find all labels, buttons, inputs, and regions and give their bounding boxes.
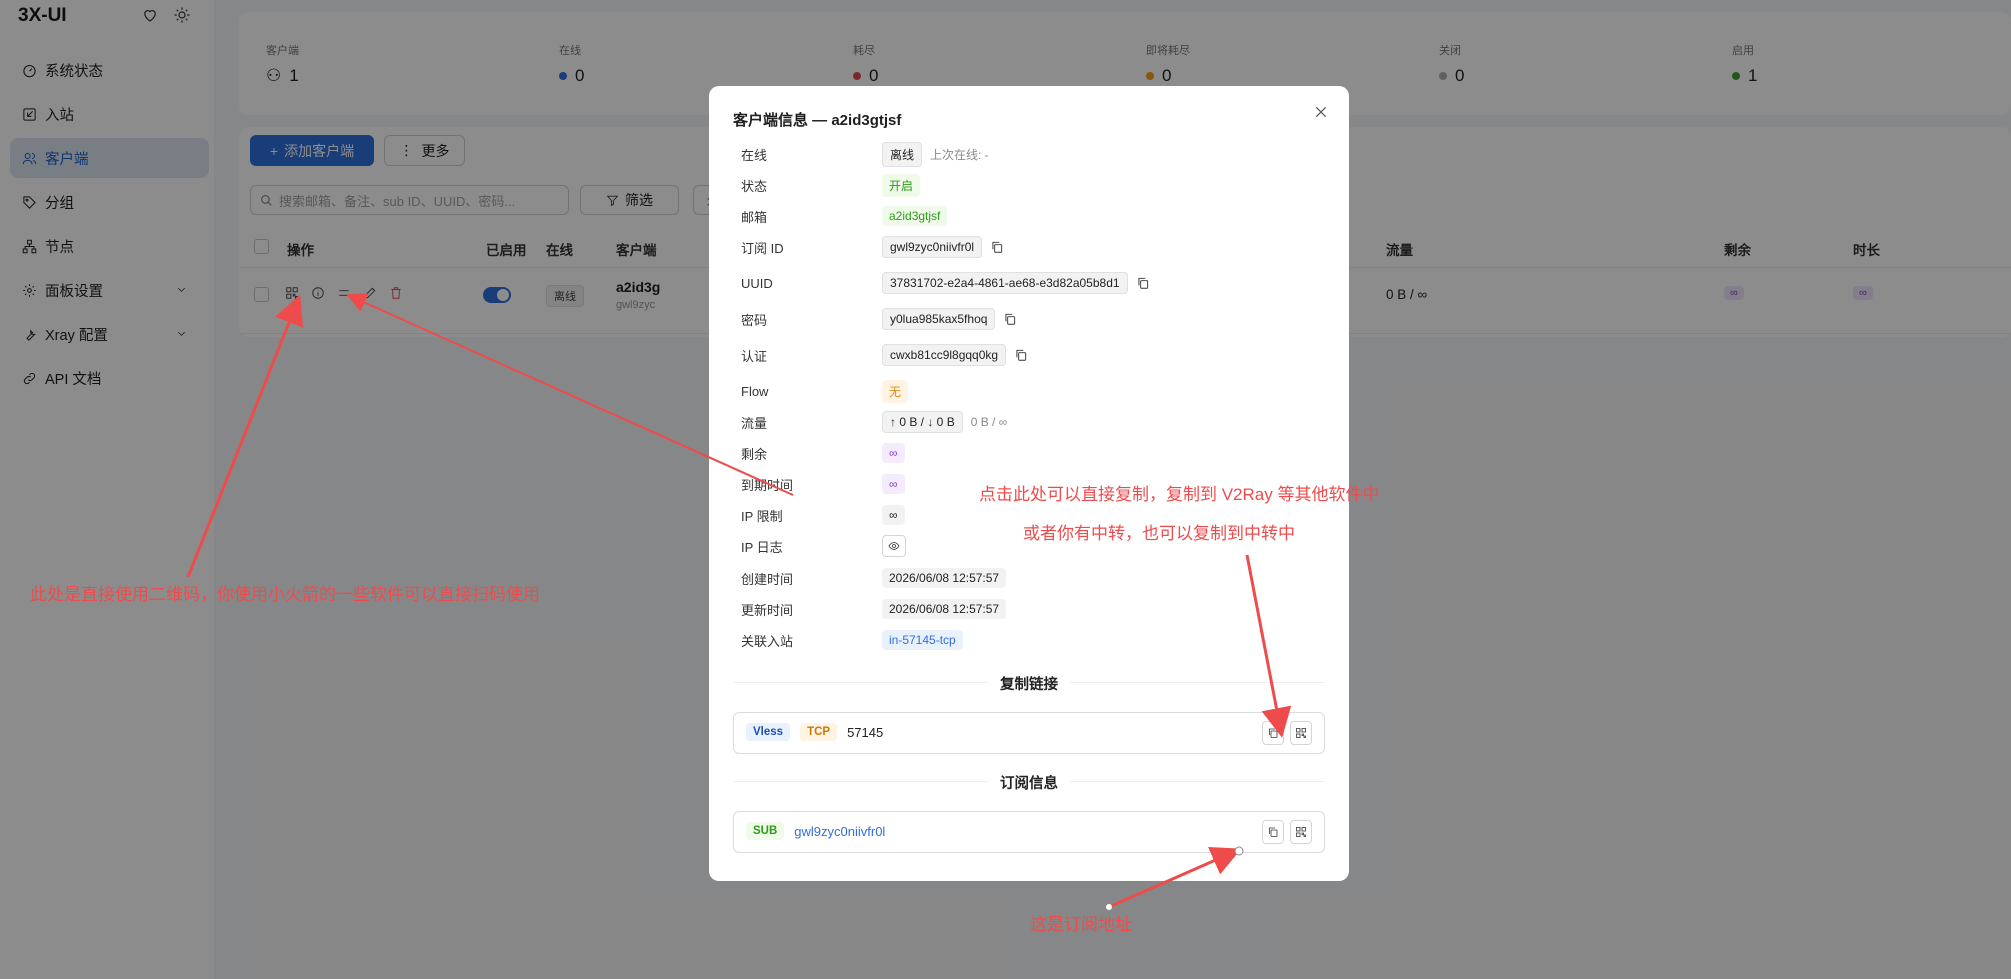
copy-icon[interactable] [1014,348,1028,362]
row-online: 在线 离线 上次在线: - [741,141,1321,167]
copy-icon[interactable] [990,240,1004,254]
copy-icon[interactable] [1136,276,1150,290]
row-auth: 认证 cwxb81cc9l8gqq0kg [741,344,1321,366]
updated-value: 2026/06/08 12:57:57 [882,599,1007,619]
subscription-title: 订阅信息 [709,772,1349,793]
copy-link-button[interactable] [1262,721,1284,745]
expiry-tag: ∞ [882,474,905,494]
copy-subscription-button[interactable] [1262,820,1284,844]
eye-icon [888,542,900,550]
row-email: 邮箱 a2id3gtjsf [741,205,1321,227]
close-button[interactable] [1313,104,1329,120]
row-label: IP 限制 [741,508,783,524]
row-label: IP 日志 [741,539,783,555]
row-label: UUID [741,275,773,291]
annotation-sub-note: 这是订阅地址 [1030,915,1132,934]
email-tag: a2id3gtjsf [882,206,948,226]
traffic-value: ↑ 0 B / ↓ 0 B [882,411,963,433]
row-sub-id: 订阅 ID gwl9zyc0niivfr0l [741,236,1321,258]
copy-icon [1269,827,1278,837]
inbound-tag[interactable]: in-57145-tcp [882,630,963,650]
online-tag: 离线 [882,141,923,167]
row-remaining: 剩余 ∞ [741,442,1321,464]
last-online: 上次在线: - [930,147,989,162]
row-label: 订阅 ID [741,240,784,256]
row-traffic: 流量 ↑ 0 B / ↓ 0 B 0 B / ∞ [741,411,1321,433]
row-label: 认证 [741,348,768,364]
show-qr-button[interactable] [1290,721,1312,745]
status-tag: 开启 [882,173,921,197]
row-label: 流量 [741,415,768,431]
row-label: 密码 [741,312,768,328]
row-flow: Flow 无 [741,379,1321,403]
port-value: 57145 [847,724,884,740]
row-password: 密码 y0lua985kax5fhoq [741,308,1321,330]
sub-id-value: gwl9zyc0niivfr0l [882,236,983,258]
annotation-qr-note: 此处是直接使用二维码，你使用小火箭的一些软件可以直接扫码使用 [30,585,540,604]
subscription-box: SUB gwl9zyc0niivfr0l [733,811,1325,853]
qr-code-icon [1296,728,1306,738]
subscription-link[interactable]: gwl9zyc0niivfr0l [794,824,885,839]
modal-title: 客户端信息 — a2id3gtjsf [733,112,902,129]
copy-link-title-text: 复制链接 [988,677,1070,693]
protocol-badge: Vless [746,723,791,741]
row-created: 创建时间 2026/06/08 12:57:57 [741,567,1321,589]
row-label: 更新时间 [741,602,794,618]
remaining-tag: ∞ [882,443,905,463]
row-label: 剩余 [741,446,768,462]
copy-icon[interactable] [1003,312,1017,326]
copy-link-box: Vless TCP 57145 [733,712,1325,754]
ip-limit-tag: ∞ [882,505,905,525]
row-label: 关联入站 [741,633,794,649]
row-updated: 更新时间 2026/06/08 12:57:57 [741,598,1321,620]
row-label: 创建时间 [741,571,794,587]
annotation-copy-note-1: 点击此处可以直接复制，复制到 V2Ray 等其他软件中 [979,485,1380,504]
row-label: 在线 [741,147,768,163]
annotation-copy-note-2: 或者你有中转，也可以复制到中转中 [1023,524,1295,543]
copy-link-title: 复制链接 [709,673,1349,694]
row-label: 到期时间 [741,477,794,493]
subscription-title-text: 订阅信息 [988,776,1070,792]
created-value: 2026/06/08 12:57:57 [882,568,1007,588]
row-uuid: UUID 37831702-e2a4-4861-ae68-e3d82a05b8d… [741,272,1321,294]
password-value: y0lua985kax5fhoq [882,308,996,330]
copy-icon [1269,728,1278,738]
sub-badge: SUB [746,822,785,840]
auth-value: cwxb81cc9l8gqq0kg [882,344,1007,366]
flow-tag: 无 [882,379,909,403]
row-status: 状态 开启 [741,173,1321,197]
traffic-limit: 0 B / ∞ [970,415,1008,429]
row-inbound: 关联入站 in-57145-tcp [741,629,1321,651]
row-label: 邮箱 [741,209,768,225]
subscription-qr-button[interactable] [1290,820,1312,844]
row-label: Flow [741,383,769,399]
view-ip-log-button[interactable] [882,535,906,557]
qr-code-icon [1296,827,1306,837]
close-icon [1315,106,1327,118]
transport-badge: TCP [800,723,838,741]
uuid-value: 37831702-e2a4-4861-ae68-e3d82a05b8d1 [882,272,1128,294]
row-label: 状态 [741,178,768,194]
